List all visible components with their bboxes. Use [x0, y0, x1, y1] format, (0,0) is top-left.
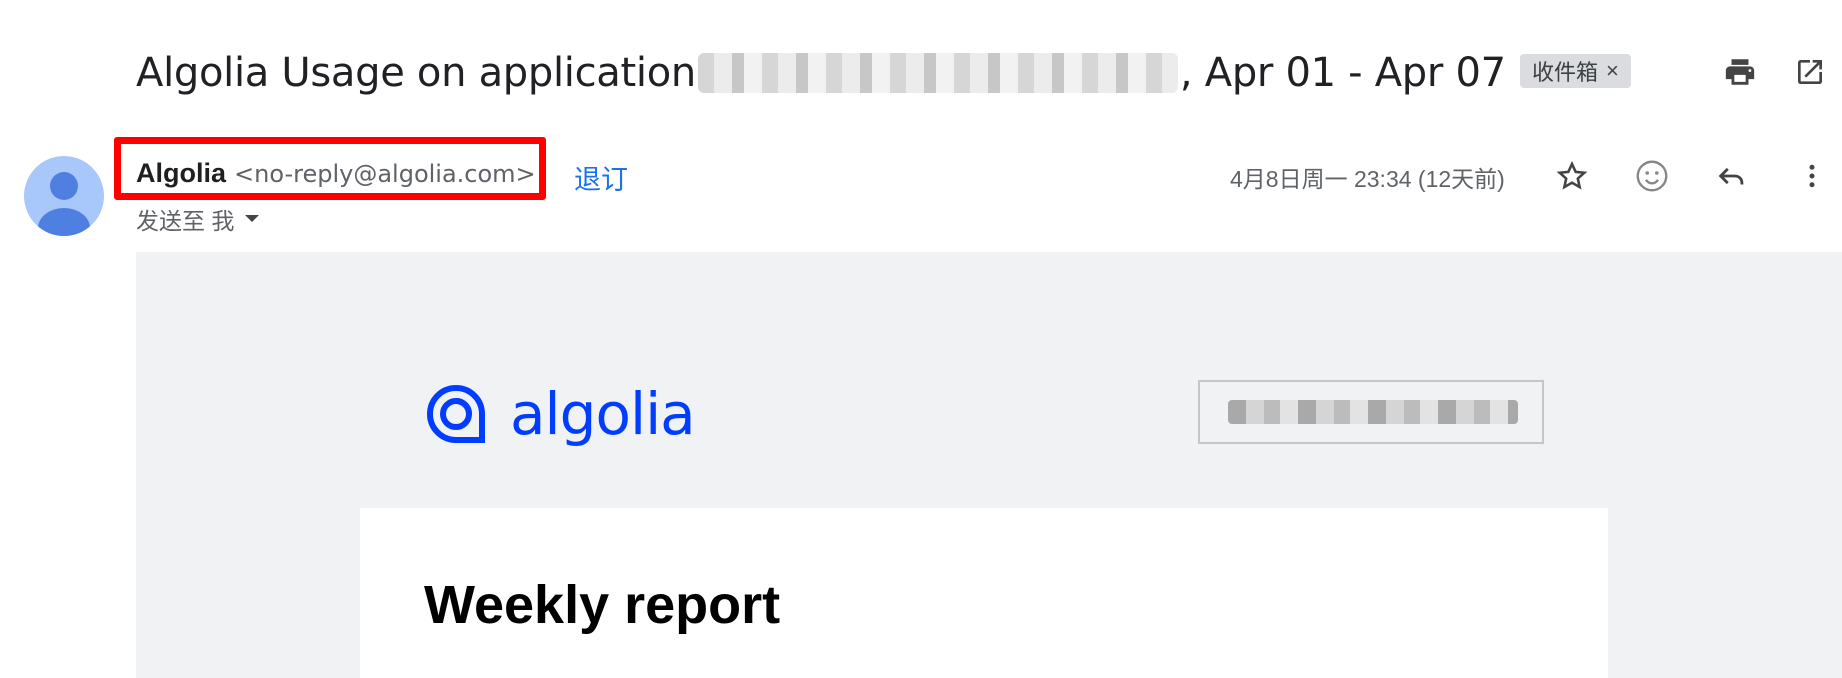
algolia-logo[interactable]: algolia — [424, 380, 696, 448]
caret-down-icon — [245, 215, 260, 222]
inbox-label-text: 收件箱 — [1532, 60, 1599, 85]
report-title: Weekly report — [424, 575, 781, 635]
email-timestamp: 4月8日周一 23:34 (12天前) — [1230, 166, 1505, 192]
subject-prefix: Algolia Usage on application — [136, 50, 696, 96]
open-in-new-window-icon[interactable] — [1790, 52, 1830, 92]
recipient-details-toggle[interactable]: 发送至 我 — [136, 202, 260, 236]
reply-icon[interactable] — [1712, 156, 1752, 196]
inbox-label-chip[interactable]: 收件箱 × — [1520, 54, 1631, 88]
redacted-app-id-value — [1228, 400, 1518, 424]
report-card: Weekly report — [360, 508, 1608, 678]
more-vertical-icon[interactable] — [1792, 156, 1832, 196]
algolia-logo-mark-icon — [426, 384, 485, 443]
redacted-application-id — [697, 53, 1178, 93]
email-subject: Algolia Usage on application , Apr 01 - … — [136, 40, 1506, 106]
sent-to-text: 发送至 我 — [136, 208, 235, 234]
sender-highlight-annotation — [114, 137, 546, 200]
unsubscribe-link[interactable]: 退订 — [574, 158, 628, 197]
star-icon[interactable] — [1552, 156, 1592, 196]
emoji-reaction-icon[interactable] — [1632, 156, 1672, 196]
subject-suffix: , Apr 01 - Apr 07 — [1179, 50, 1506, 96]
application-id-box — [1198, 380, 1544, 444]
remove-label-icon[interactable]: × — [1606, 58, 1619, 84]
algolia-logo-text: algolia — [510, 380, 696, 448]
sender-avatar[interactable] — [24, 156, 104, 236]
print-icon[interactable] — [1720, 52, 1760, 92]
default-person-icon — [38, 172, 90, 236]
